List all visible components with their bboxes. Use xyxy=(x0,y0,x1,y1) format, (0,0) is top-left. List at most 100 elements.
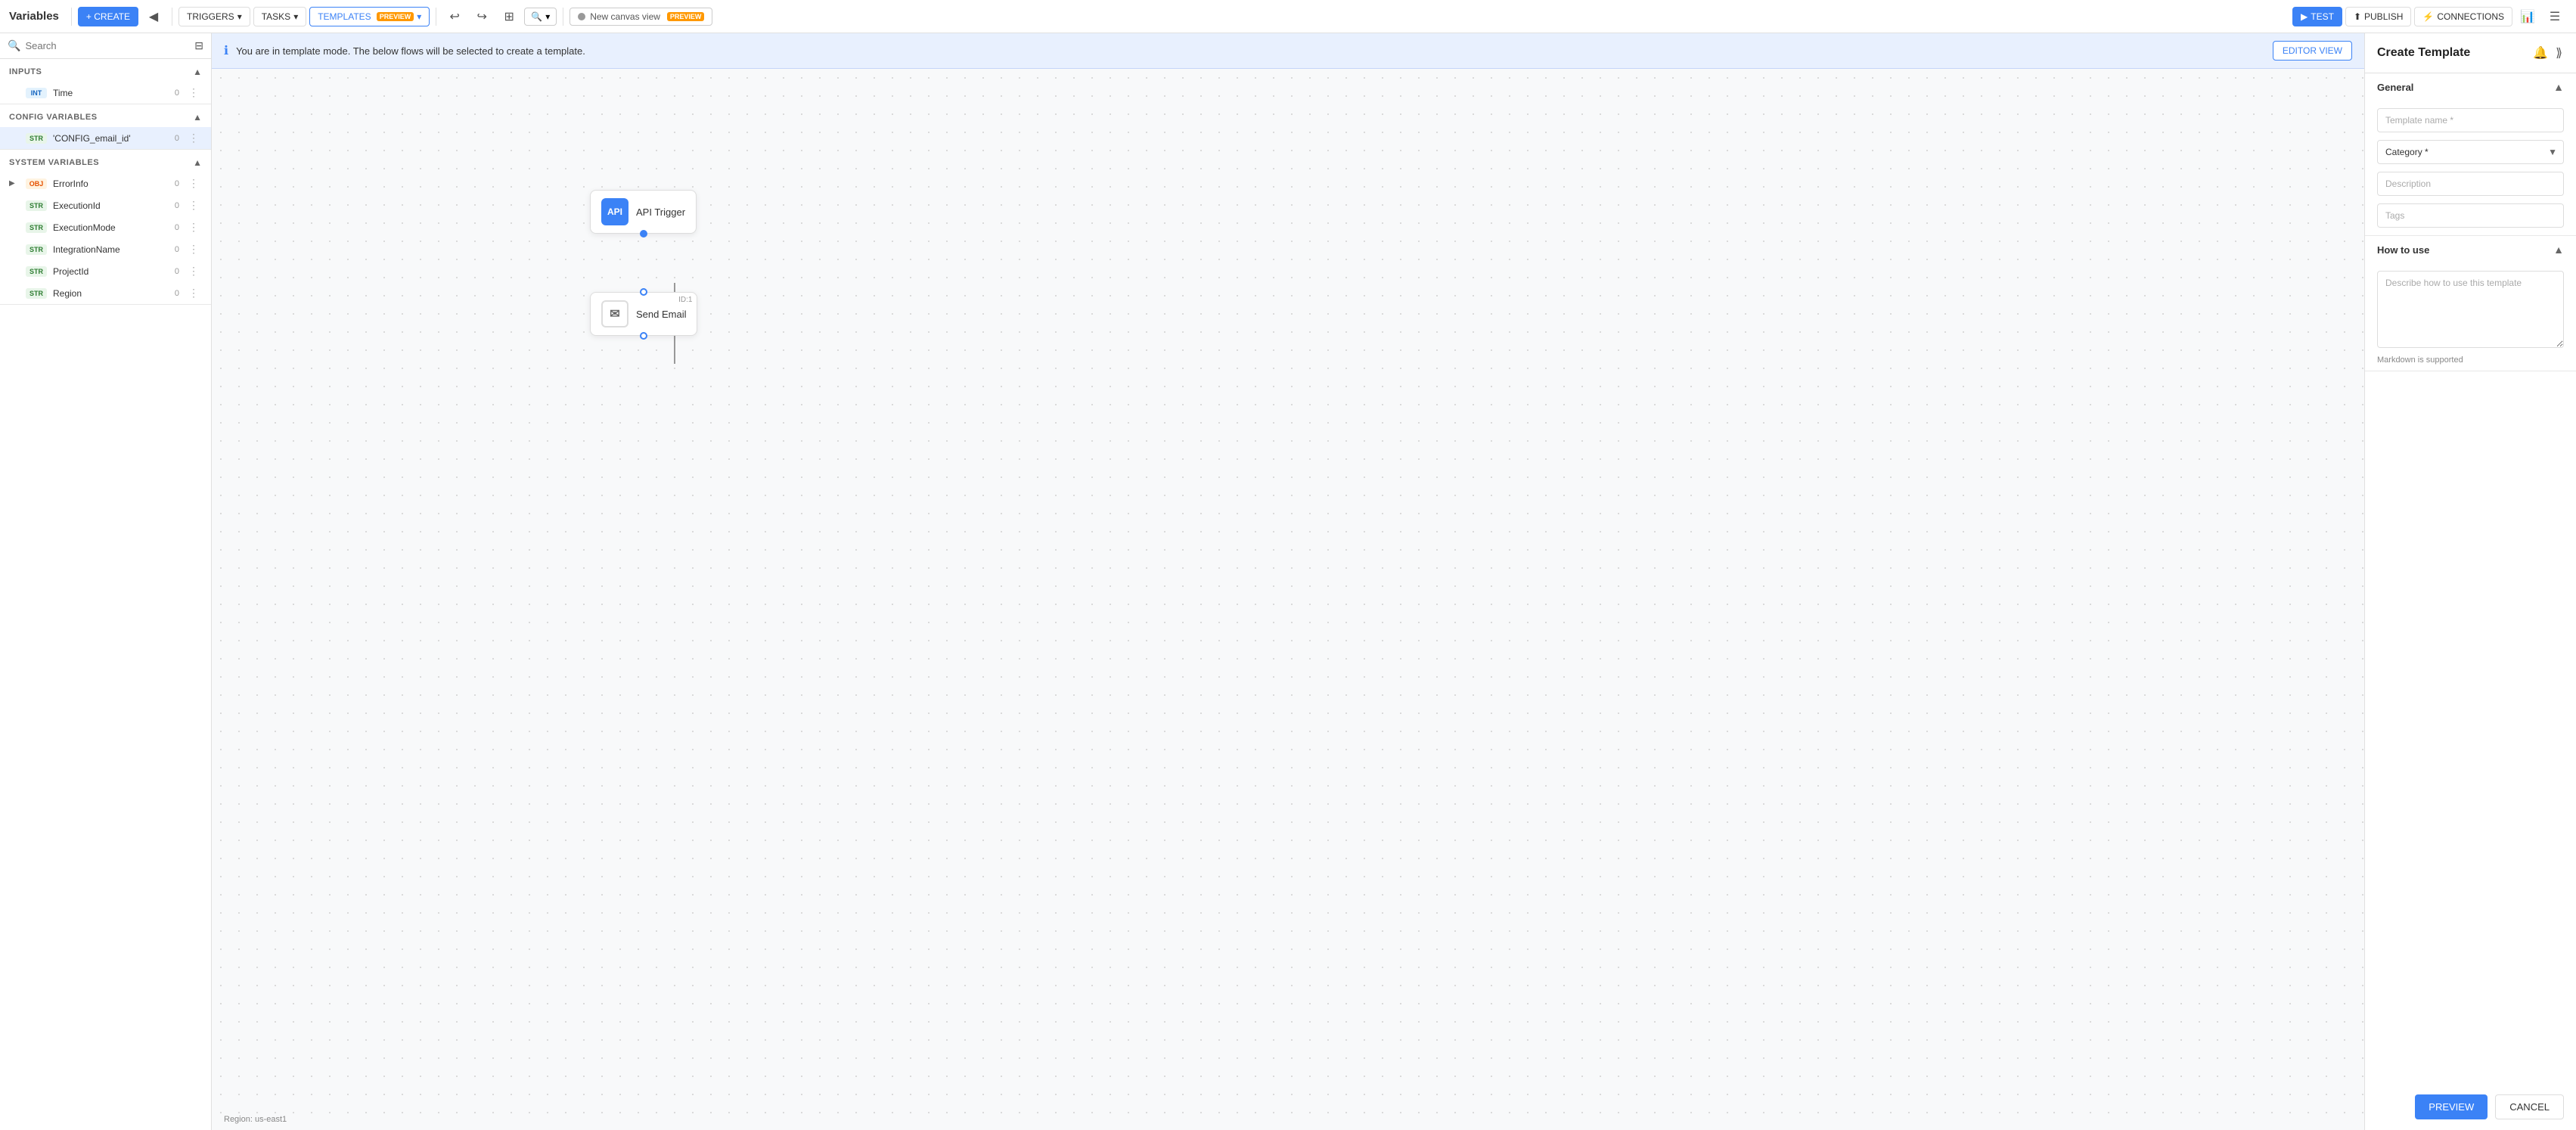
search-container: 🔍 ⊟ xyxy=(0,33,211,59)
filter-icon[interactable]: ⊟ xyxy=(194,39,203,52)
how-to-use-section-header[interactable]: How to use ▲ xyxy=(2365,236,2576,263)
description-input[interactable] xyxy=(2377,172,2564,196)
templates-button[interactable]: TEMPLATES PREVIEW ▾ xyxy=(309,7,430,26)
more-icon[interactable]: ⋮ xyxy=(185,265,202,278)
var-name: Region xyxy=(53,288,169,299)
general-section: General ▲ Category * ▼ xyxy=(2365,73,2576,236)
connections-button[interactable]: ⚡ CONNECTIONS xyxy=(2414,7,2512,26)
top-nav: Variables + CREATE ◀ TRIGGERS ▾ TASKS ▾ … xyxy=(0,0,2576,33)
config-section-header[interactable]: Config Variables ▲ xyxy=(0,104,211,127)
nav-divider-1 xyxy=(71,8,72,26)
node-id-badge: ID:1 xyxy=(678,296,692,304)
node-input-dot[interactable] xyxy=(640,288,647,296)
how-to-use-title: How to use xyxy=(2377,244,2429,256)
inputs-section: Inputs ▲ INT Time 0 ⋮ xyxy=(0,59,211,104)
panel-footer: PREVIEW CANCEL xyxy=(2365,1084,2576,1130)
email-node-label: Send Email xyxy=(636,309,686,320)
how-to-use-field xyxy=(2377,271,2564,348)
panel-title: Create Template xyxy=(2377,46,2470,60)
canvas-mode-dot xyxy=(578,13,585,20)
zoom-control[interactable]: 🔍 ▾ xyxy=(524,8,557,26)
type-badge: STR xyxy=(26,200,47,211)
layout-button[interactable]: ⊞ xyxy=(497,5,521,29)
more-icon[interactable]: ⋮ xyxy=(185,177,202,190)
redo-button[interactable]: ↪ xyxy=(470,5,494,29)
cancel-button[interactable]: CANCEL xyxy=(2495,1094,2564,1119)
expand-panel-button[interactable]: ⟫ xyxy=(2554,44,2564,62)
canvas-connections xyxy=(212,69,2364,1130)
canvas[interactable]: API API Trigger ✉ Send Email ID:1 Region… xyxy=(212,69,2364,1130)
panel-actions: 🔔 ⟫ xyxy=(2531,44,2564,62)
system-list: ▶ OBJ ErrorInfo 0 ⋮ STR ExecutionId 0 ⋮ xyxy=(0,172,211,304)
list-item[interactable]: STR ExecutionId 0 ⋮ xyxy=(0,194,211,216)
var-count: 0 xyxy=(175,201,179,210)
test-button[interactable]: ▶ TEST xyxy=(2292,7,2342,26)
var-count: 0 xyxy=(175,267,179,276)
general-chevron: ▲ xyxy=(2553,81,2564,93)
var-name: IntegrationName xyxy=(53,244,169,255)
config-section: Config Variables ▲ STR 'CONFIG_email_id'… xyxy=(0,104,211,150)
editor-view-button[interactable]: EDITOR VIEW xyxy=(2273,41,2352,61)
more-icon[interactable]: ⋮ xyxy=(185,132,202,144)
var-name: ExecutionMode xyxy=(53,222,169,233)
zoom-icon: 🔍 xyxy=(531,11,542,22)
banner-text: You are in template mode. The below flow… xyxy=(236,45,585,57)
how-to-use-body xyxy=(2365,263,2576,355)
preview-button[interactable]: PREVIEW xyxy=(2415,1094,2488,1119)
list-item[interactable]: INT Time 0 ⋮ xyxy=(0,82,211,104)
create-button[interactable]: + CREATE xyxy=(78,7,138,26)
list-item[interactable]: STR 'CONFIG_email_id' 0 ⋮ xyxy=(0,127,211,149)
list-item[interactable]: ▶ OBJ ErrorInfo 0 ⋮ xyxy=(0,172,211,194)
search-input[interactable] xyxy=(25,40,190,51)
panel-header: Create Template 🔔 ⟫ xyxy=(2365,33,2576,73)
email-node-icon: ✉ xyxy=(601,300,628,328)
bell-icon-button[interactable]: 🔔 xyxy=(2531,44,2550,62)
template-name-field xyxy=(2377,108,2564,132)
collapse-sidebar-button[interactable]: ◀ xyxy=(141,5,166,29)
type-badge: OBJ xyxy=(26,179,47,189)
category-select[interactable]: Category * xyxy=(2378,141,2563,163)
template-name-input[interactable] xyxy=(2377,108,2564,132)
send-email-node[interactable]: ✉ Send Email ID:1 xyxy=(590,292,697,336)
node-output-dot[interactable] xyxy=(640,332,647,340)
general-section-body: Category * ▼ xyxy=(2365,101,2576,235)
system-chevron: ▲ xyxy=(193,157,202,168)
menu-button[interactable]: ☰ xyxy=(2543,5,2567,29)
how-to-use-chevron: ▲ xyxy=(2553,244,2564,256)
tags-input[interactable] xyxy=(2377,203,2564,228)
analytics-button[interactable]: 📊 xyxy=(2515,5,2540,29)
more-icon[interactable]: ⋮ xyxy=(185,221,202,234)
node-output-dot[interactable] xyxy=(640,230,647,237)
how-to-use-textarea[interactable] xyxy=(2377,271,2564,348)
search-icon: 🔍 xyxy=(8,39,20,52)
system-section: System Variables ▲ ▶ OBJ ErrorInfo 0 ⋮ S… xyxy=(0,150,211,305)
var-count: 0 xyxy=(175,245,179,254)
list-item[interactable]: STR ExecutionMode 0 ⋮ xyxy=(0,216,211,238)
more-icon[interactable]: ⋮ xyxy=(185,86,202,99)
more-icon[interactable]: ⋮ xyxy=(185,287,202,300)
list-item[interactable]: STR Region 0 ⋮ xyxy=(0,282,211,304)
inputs-list: INT Time 0 ⋮ xyxy=(0,82,211,104)
type-badge: STR xyxy=(26,244,47,255)
info-icon: ℹ xyxy=(224,43,228,58)
tasks-button[interactable]: TASKS ▾ xyxy=(253,7,307,26)
inputs-section-header[interactable]: Inputs ▲ xyxy=(0,59,211,82)
system-section-header[interactable]: System Variables ▲ xyxy=(0,150,211,172)
more-icon[interactable]: ⋮ xyxy=(185,243,202,256)
general-section-header[interactable]: General ▲ xyxy=(2365,73,2576,101)
api-trigger-node[interactable]: API API Trigger xyxy=(590,190,697,234)
var-name: ExecutionId xyxy=(53,200,169,211)
template-banner: ℹ You are in template mode. The below fl… xyxy=(212,33,2364,69)
var-name: ErrorInfo xyxy=(53,179,169,189)
more-icon[interactable]: ⋮ xyxy=(185,199,202,212)
list-item[interactable]: STR IntegrationName 0 ⋮ xyxy=(0,238,211,260)
undo-button[interactable]: ↩ xyxy=(442,5,467,29)
region-label: Region: us-east1 xyxy=(224,1115,287,1124)
publish-icon: ⬆ xyxy=(2354,11,2361,22)
triggers-button[interactable]: TRIGGERS ▾ xyxy=(178,7,250,26)
var-name: 'CONFIG_email_id' xyxy=(53,133,169,144)
list-item[interactable]: STR ProjectId 0 ⋮ xyxy=(0,260,211,282)
type-badge: INT xyxy=(26,88,47,98)
publish-button[interactable]: ⬆ PUBLISH xyxy=(2345,7,2411,26)
connections-icon: ⚡ xyxy=(2422,11,2434,22)
